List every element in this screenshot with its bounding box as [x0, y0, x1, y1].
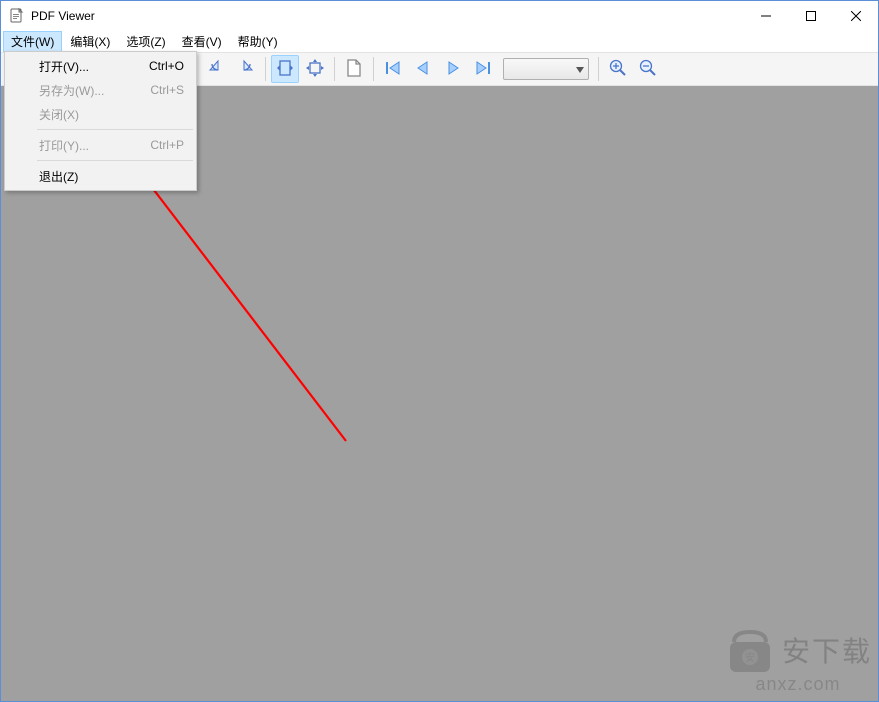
menu-close-label: 关闭(X)	[39, 106, 79, 123]
menu-saveas[interactable]: 另存为(W)... Ctrl+S	[7, 78, 194, 102]
menu-saveas-shortcut: Ctrl+S	[150, 83, 184, 97]
zoom-in-button[interactable]	[604, 55, 632, 83]
menu-print[interactable]: 打印(Y)... Ctrl+P	[7, 133, 194, 157]
next-page-button[interactable]	[439, 55, 467, 83]
file-menu-dropdown: 打开(V)... Ctrl+O 另存为(W)... Ctrl+S 关闭(X) 打…	[4, 51, 197, 191]
window-controls	[743, 1, 878, 31]
menu-option[interactable]: 选项(Z)	[118, 31, 173, 52]
menu-close-doc[interactable]: 关闭(X)	[7, 102, 194, 126]
zoom-out-icon	[638, 58, 658, 81]
app-icon	[9, 8, 25, 24]
single-page-button[interactable]	[340, 55, 368, 83]
window-title: PDF Viewer	[31, 9, 95, 23]
menu-saveas-label: 另存为(W)...	[39, 82, 104, 99]
menu-edit[interactable]: 编辑(X)	[62, 31, 118, 52]
first-page-button[interactable]	[379, 55, 407, 83]
menu-separator	[37, 129, 193, 130]
page-number-combo[interactable]	[503, 58, 589, 80]
chevron-down-icon	[576, 62, 584, 76]
menu-help[interactable]: 帮助(Y)	[230, 31, 286, 52]
menu-open-label: 打开(V)...	[39, 58, 89, 75]
zoom-in-icon	[608, 58, 628, 81]
menu-view[interactable]: 查看(V)	[174, 31, 230, 52]
last-page-button[interactable]	[469, 55, 497, 83]
fit-page-button[interactable]	[301, 55, 329, 83]
rotate-right-button[interactable]	[232, 55, 260, 83]
fit-page-icon	[305, 58, 325, 81]
last-page-icon	[473, 58, 493, 81]
watermark-text-en: anxz.com	[755, 674, 840, 695]
fit-width-icon	[275, 58, 295, 81]
watermark-text-cn: 安下载	[782, 630, 872, 670]
menu-open[interactable]: 打开(V)... Ctrl+O	[7, 54, 194, 78]
bag-icon: 安	[724, 624, 776, 676]
zoom-out-button[interactable]	[634, 55, 662, 83]
svg-text:安: 安	[745, 651, 755, 664]
menubar: 文件(W) 编辑(X) 选项(Z) 查看(V) 帮助(Y)	[1, 31, 878, 52]
fit-width-button[interactable]	[271, 55, 299, 83]
menu-exit[interactable]: 退出(Z)	[7, 164, 194, 188]
close-button[interactable]	[833, 1, 878, 30]
menu-print-shortcut: Ctrl+P	[150, 138, 184, 152]
prev-page-icon	[413, 58, 433, 81]
menu-open-shortcut: Ctrl+O	[149, 59, 184, 73]
next-page-icon	[443, 58, 463, 81]
menu-exit-label: 退出(Z)	[39, 168, 78, 185]
page-icon	[345, 58, 363, 81]
menu-file[interactable]: 文件(W)	[3, 31, 62, 52]
maximize-button[interactable]	[788, 1, 833, 30]
first-page-icon	[383, 58, 403, 81]
prev-page-button[interactable]	[409, 55, 437, 83]
minimize-button[interactable]	[743, 1, 788, 30]
rotate-left-icon	[206, 58, 226, 81]
watermark: 安 安下载 anxz.com	[724, 624, 872, 695]
rotate-left-button[interactable]	[202, 55, 230, 83]
menu-separator	[37, 160, 193, 161]
rotate-right-icon	[236, 58, 256, 81]
menu-print-label: 打印(Y)...	[39, 137, 89, 154]
titlebar: PDF Viewer	[1, 1, 878, 31]
